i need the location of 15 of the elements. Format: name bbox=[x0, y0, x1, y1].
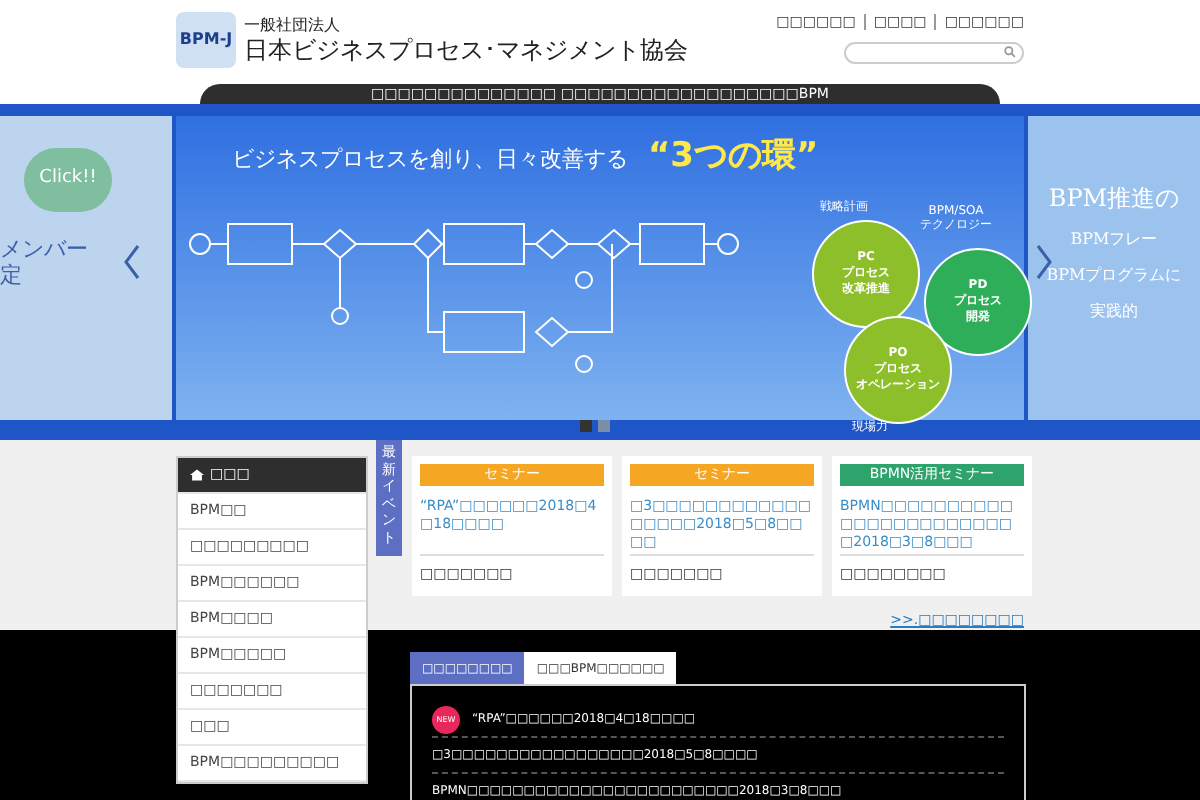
org-name: 日本ビジネスプロセス･マネジメント協会 bbox=[244, 35, 688, 65]
search-field[interactable] bbox=[844, 41, 1024, 63]
home-icon bbox=[190, 468, 204, 482]
org-type: 一般社団法人 bbox=[244, 15, 342, 35]
slide-text: メンバー bbox=[0, 236, 88, 262]
slide-text: BPMプログラムに bbox=[1046, 264, 1182, 288]
slide-text: BPMフレー bbox=[1070, 228, 1158, 252]
slide-text: 定 bbox=[0, 262, 24, 288]
logo[interactable]: BPM-J bbox=[176, 12, 236, 68]
search-icon bbox=[1004, 46, 1016, 58]
slide-text: 実践的 bbox=[1090, 300, 1138, 324]
slide-title: BPM推進の bbox=[1048, 182, 1180, 216]
speech-bubble: Click!! bbox=[24, 148, 112, 212]
banner-headline: ビジネスプロセスを創り、日々改善する bbox=[232, 144, 628, 176]
banner-highlight: “3つの環” bbox=[648, 134, 819, 180]
